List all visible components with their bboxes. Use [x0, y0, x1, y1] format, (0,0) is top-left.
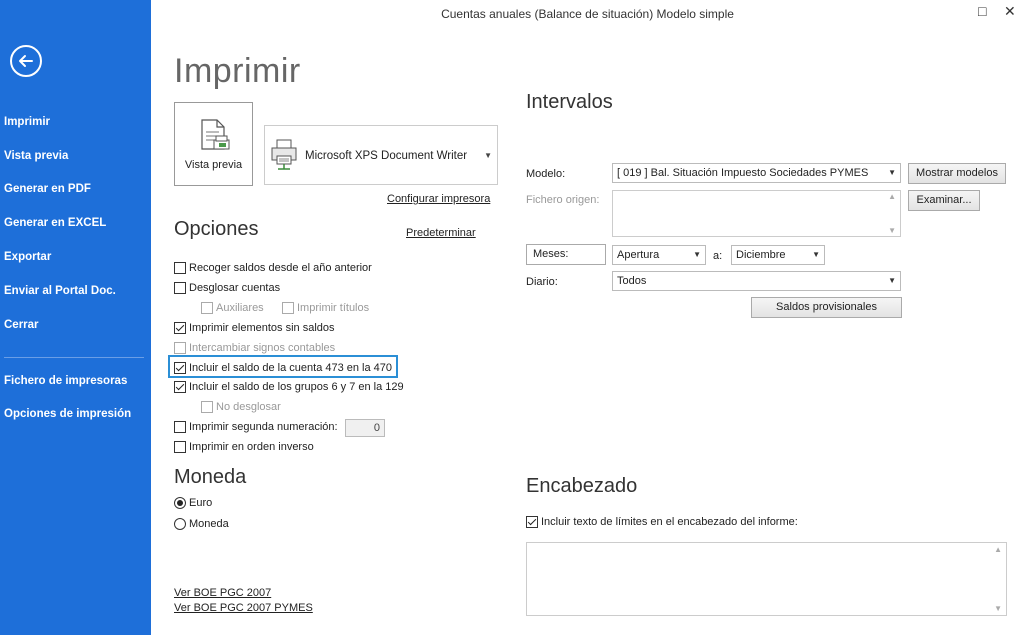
option-intercambiar-signos: Intercambiar signos contables [174, 342, 335, 354]
checkbox [201, 401, 213, 413]
chevron-down-icon: ▼ [693, 250, 701, 259]
sidebar-divider [4, 357, 144, 358]
model-select[interactable]: [ 019 ] Bal. Situación Impuesto Sociedad… [612, 163, 901, 183]
checkbox[interactable] [174, 262, 186, 274]
sidebar: Imprimir Vista previa Generar en PDF Gen… [0, 0, 151, 635]
months-from-select[interactable]: Apertura ▼ [612, 245, 706, 265]
checkbox[interactable] [174, 282, 186, 294]
radio-euro[interactable]: Euro [174, 497, 212, 509]
sidebar-item-cerrar[interactable]: Cerrar [4, 319, 39, 331]
checkbox [174, 342, 186, 354]
boe-pymes-link[interactable]: Ver BOE PGC 2007 PYMES [174, 602, 313, 614]
option-desglosar-cuentas[interactable]: Desglosar cuentas [174, 282, 280, 294]
header-text-input[interactable]: ▲ ▼ [526, 542, 1007, 616]
option-elementos-sin-saldos[interactable]: Imprimir elementos sin saldos [174, 322, 335, 334]
boe-pgc-link[interactable]: Ver BOE PGC 2007 [174, 587, 271, 599]
chevron-down-icon: ▼ [812, 250, 820, 259]
checkbox [201, 302, 213, 314]
option-include-limits[interactable]: Incluir texto de límites en el encabezad… [526, 516, 798, 528]
chevron-down-icon: ▼ [888, 276, 896, 285]
maximize-icon[interactable]: □ [978, 3, 986, 19]
preview-button[interactable]: Vista previa [174, 102, 253, 186]
checkbox[interactable] [526, 516, 538, 528]
checkbox[interactable] [174, 421, 186, 433]
intervals-title: Intervalos [526, 91, 613, 113]
months-to-select[interactable]: Diciembre ▼ [731, 245, 825, 265]
sidebar-item-vista-previa[interactable]: Vista previa [4, 150, 68, 162]
option-auxiliares: Auxiliares [201, 302, 264, 314]
option-segunda-numeracion[interactable]: Imprimir segunda numeración: [174, 421, 338, 433]
printer-icon [271, 139, 297, 170]
sidebar-item-generar-excel[interactable]: Generar en EXCEL [4, 217, 106, 229]
scroll-up-icon[interactable]: ▲ [888, 192, 896, 201]
checkbox[interactable] [174, 381, 186, 393]
options-title: Opciones [174, 218, 259, 240]
option-orden-inverso[interactable]: Imprimir en orden inverso [174, 441, 314, 453]
provisional-balances-button[interactable]: Saldos provisionales [751, 297, 902, 318]
journal-label: Diario: [526, 276, 558, 288]
checkbox[interactable] [174, 322, 186, 334]
checkbox [282, 302, 294, 314]
sidebar-item-enviar-portal[interactable]: Enviar al Portal Doc. [4, 285, 116, 297]
sidebar-item-generar-pdf[interactable]: Generar en PDF [4, 183, 91, 195]
printer-name: Microsoft XPS Document Writer [305, 150, 468, 162]
back-arrow-icon [19, 55, 33, 67]
option-no-desglosar: No desglosar [201, 401, 281, 413]
preview-label: Vista previa [184, 159, 243, 171]
preview-document-icon [201, 119, 230, 150]
to-label: a: [713, 250, 723, 262]
radio-moneda[interactable]: Moneda [174, 518, 229, 530]
option-recoger-saldos[interactable]: Recoger saldos desde el año anterior [174, 262, 372, 274]
browse-button[interactable]: Examinar... [908, 190, 980, 211]
sidebar-item-opciones-impresion[interactable]: Opciones de impresión [4, 408, 131, 420]
second-numbering-input[interactable]: 0 [345, 419, 385, 437]
option-grupos-6-7[interactable]: Incluir el saldo de los grupos 6 y 7 en … [174, 381, 404, 393]
header-title: Encabezado [526, 475, 638, 497]
page-title: Imprimir [174, 52, 301, 90]
checkbox[interactable] [174, 441, 186, 453]
sidebar-item-exportar[interactable]: Exportar [4, 251, 51, 263]
sidebar-item-imprimir[interactable]: Imprimir [4, 116, 50, 128]
scroll-down-icon[interactable]: ▼ [888, 226, 896, 235]
option-saldo-473[interactable]: Incluir el saldo de la cuenta 473 en la … [174, 362, 392, 374]
sidebar-item-fichero-impresoras[interactable]: Fichero de impresoras [4, 375, 127, 387]
checkbox[interactable] [174, 362, 186, 374]
scroll-up-icon[interactable]: ▲ [994, 545, 1002, 554]
model-label: Modelo: [526, 168, 566, 180]
close-icon[interactable]: ✕ [1004, 3, 1016, 20]
show-models-button[interactable]: Mostrar modelos [908, 163, 1006, 184]
option-imprimir-titulos: Imprimir títulos [282, 302, 369, 314]
printer-select[interactable]: Microsoft XPS Document Writer ▼ [264, 125, 498, 185]
currency-title: Moneda [174, 466, 247, 488]
configure-printer-link[interactable]: Configurar impresora [387, 193, 490, 205]
journal-select[interactable]: Todos ▼ [612, 271, 901, 291]
radio-button[interactable] [174, 497, 186, 509]
scroll-down-icon[interactable]: ▼ [994, 604, 1002, 613]
source-file-label: Fichero origen: [526, 194, 600, 206]
back-button[interactable] [10, 45, 42, 77]
radio-button[interactable] [174, 518, 186, 530]
chevron-down-icon: ▼ [484, 151, 492, 160]
default-link[interactable]: Predeterminar [406, 227, 476, 239]
window-title: Cuentas anuales (Balance de situación) M… [441, 7, 734, 21]
chevron-down-icon: ▼ [888, 168, 896, 177]
months-label: Meses: [526, 244, 606, 265]
source-file-input[interactable]: ▲ ▼ [612, 190, 901, 237]
